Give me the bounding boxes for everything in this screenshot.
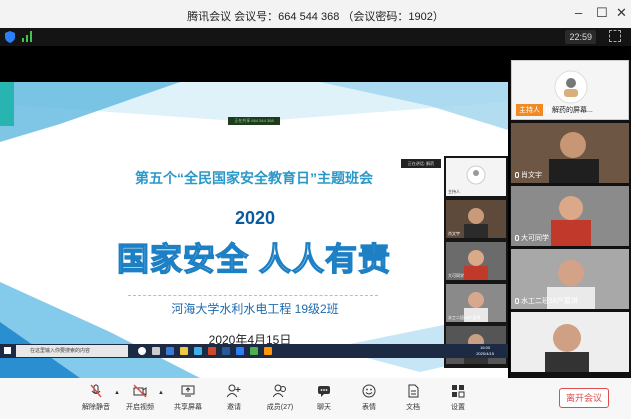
chat-label: 聊天 bbox=[317, 404, 331, 411]
wechat-icon bbox=[250, 347, 258, 355]
invite-button[interactable]: 邀请 bbox=[212, 384, 256, 412]
meeting-status-bar: 22:59 bbox=[0, 28, 631, 46]
gallery-tile-participant[interactable]: 肖文宇 bbox=[511, 123, 629, 183]
leave-meeting-button[interactable]: 离开会议 bbox=[559, 388, 609, 408]
mini-tile-host: 主持人 bbox=[446, 158, 506, 196]
shared-participant-strip: 主持人 肖文宇 大可同学 水工二班18产葛琪 bbox=[444, 156, 508, 368]
start-video-button[interactable]: 开启视频 bbox=[118, 384, 162, 412]
windows-start-icon bbox=[4, 347, 11, 354]
app-icon bbox=[264, 347, 272, 355]
unmute-button[interactable]: 解除静音 bbox=[74, 384, 118, 412]
slide-year: 2020 bbox=[234, 208, 276, 228]
gallery-tile-label: 大可同学 bbox=[515, 233, 549, 243]
mini-tile-participant: 大可同学 bbox=[446, 242, 506, 280]
documents-button[interactable]: 文档 bbox=[391, 384, 435, 412]
mini-tile-label: 大可同学 bbox=[448, 273, 464, 278]
speaker-popup: 正在讲话: 解药 bbox=[401, 159, 441, 168]
folder-icon bbox=[180, 347, 188, 355]
taskbar-date: 2020/4/15 bbox=[476, 351, 494, 356]
camera-off-icon bbox=[133, 384, 147, 398]
add-user-icon bbox=[227, 384, 241, 398]
gallery-tile-label: 水工二班18产葛琪 bbox=[515, 296, 578, 306]
slide-title: 第五个“全民国家安全教育日”主题班会 bbox=[135, 170, 373, 186]
host-badge: 主持人 bbox=[516, 104, 543, 116]
participants-label: 成员(27) bbox=[266, 404, 294, 411]
settings-label: 设置 bbox=[451, 404, 465, 411]
mini-tile-label: 主持人 bbox=[448, 189, 460, 194]
gallery-tile-label: 肖文宇 bbox=[515, 170, 542, 180]
mini-tile-label: 水工二班18产葛琪 bbox=[448, 315, 481, 320]
microphone-icon bbox=[546, 107, 550, 113]
video-options-chevron-icon[interactable]: ▲ bbox=[158, 390, 164, 396]
mini-tile-participant: 肖文宇 bbox=[446, 200, 506, 238]
mini-tile-label: 肖文宇 bbox=[448, 231, 460, 236]
taskbar-search: 在这里输入你要搜索的内容 bbox=[16, 345, 128, 357]
slide-slogan: 国家安全 人人有责 bbox=[116, 240, 391, 277]
sharing-badge: 正在共享 664 544 368 bbox=[228, 117, 280, 125]
invite-label: 邀请 bbox=[227, 404, 241, 411]
signal-icon[interactable] bbox=[22, 31, 34, 42]
microphone-icon bbox=[515, 172, 519, 178]
meeting-toolbar: 解除静音 ▲ 开启视频 ▲ 共享屏幕 邀请 成员(27) 聊天 表情 文档 设置… bbox=[0, 378, 631, 419]
gallery-tile-participant[interactable] bbox=[511, 312, 629, 372]
fullscreen-icon[interactable] bbox=[609, 30, 621, 42]
slide-divider bbox=[128, 295, 378, 296]
chat-button[interactable]: 聊天 bbox=[302, 384, 346, 412]
meeting-app-icon bbox=[236, 347, 244, 355]
users-icon bbox=[273, 384, 286, 398]
participant-name: 大可同学 bbox=[521, 235, 549, 242]
minimize-icon[interactable]: – bbox=[575, 5, 582, 20]
shared-screen: 正在共享 664 544 368 第五个“全民国家安全教育日”主题班会 2020… bbox=[0, 82, 508, 378]
gallery-tile-label: 主持人 解药的屏幕... bbox=[516, 104, 593, 116]
task-view-icon bbox=[152, 347, 160, 355]
taskbar-clock: 16:00 2020/4/15 bbox=[476, 345, 494, 357]
powerpoint-icon bbox=[208, 347, 216, 355]
document-icon bbox=[408, 384, 419, 398]
participant-name: 肖文宇 bbox=[521, 172, 542, 179]
microphone-icon bbox=[515, 298, 519, 304]
close-icon[interactable]: ✕ bbox=[616, 5, 627, 21]
participants-button[interactable]: 成员(27) bbox=[258, 384, 302, 412]
share-screen-label: 共享屏幕 bbox=[174, 404, 202, 411]
edge-icon bbox=[166, 347, 174, 355]
shield-icon[interactable] bbox=[5, 31, 15, 43]
gallery-tile-participant[interactable]: 大可同学 bbox=[511, 186, 629, 246]
participant-name: 水工二班18产葛琪 bbox=[521, 298, 578, 305]
main-stage: 正在共享 664 544 368 第五个“全民国家安全教育日”主题班会 2020… bbox=[0, 46, 508, 378]
reactions-label: 表情 bbox=[362, 404, 376, 411]
gallery-tile-host[interactable]: 主持人 解药的屏幕... bbox=[511, 60, 629, 120]
window-titlebar: 腾讯会议 会议号：664 544 368 （会议密码：1902） – ☐ ✕ bbox=[0, 0, 631, 28]
window-title: 腾讯会议 会议号：664 544 368 （会议密码：1902） bbox=[187, 11, 444, 23]
smiley-icon bbox=[362, 384, 376, 398]
meeting-clock: 22:59 bbox=[565, 30, 596, 44]
documents-label: 文档 bbox=[406, 404, 420, 411]
maximize-icon[interactable]: ☐ bbox=[596, 5, 608, 21]
participant-gallery: 主持人 解药的屏幕... 肖文宇 大可同学 水工二班18产葛琪 bbox=[510, 60, 631, 378]
cortana-icon bbox=[138, 347, 146, 355]
mini-tile-participant: 水工二班18产葛琪 bbox=[446, 284, 506, 322]
reactions-button[interactable]: 表情 bbox=[347, 384, 391, 412]
shared-taskbar: 在这里输入你要搜索的内容 16:00 2020/4/15 bbox=[0, 344, 508, 358]
gallery-tile-participant[interactable]: 水工二班18产葛琪 bbox=[511, 249, 629, 309]
share-screen-icon bbox=[181, 385, 195, 397]
participant-name: 解药的屏幕... bbox=[552, 107, 593, 114]
microphone-icon bbox=[515, 235, 519, 241]
word-icon bbox=[222, 347, 230, 355]
share-screen-button[interactable]: 共享屏幕 bbox=[166, 384, 210, 412]
chat-icon bbox=[318, 386, 330, 397]
slide-class-name: 河海大学水利水电工程 19级2班 bbox=[171, 302, 339, 316]
unmute-label: 解除静音 bbox=[82, 404, 110, 411]
microphone-muted-icon bbox=[90, 384, 102, 398]
store-icon bbox=[194, 347, 202, 355]
video-feed bbox=[511, 312, 629, 372]
grid-settings-icon bbox=[452, 385, 465, 398]
start-video-label: 开启视频 bbox=[126, 404, 154, 411]
settings-button[interactable]: 设置 bbox=[436, 384, 480, 412]
